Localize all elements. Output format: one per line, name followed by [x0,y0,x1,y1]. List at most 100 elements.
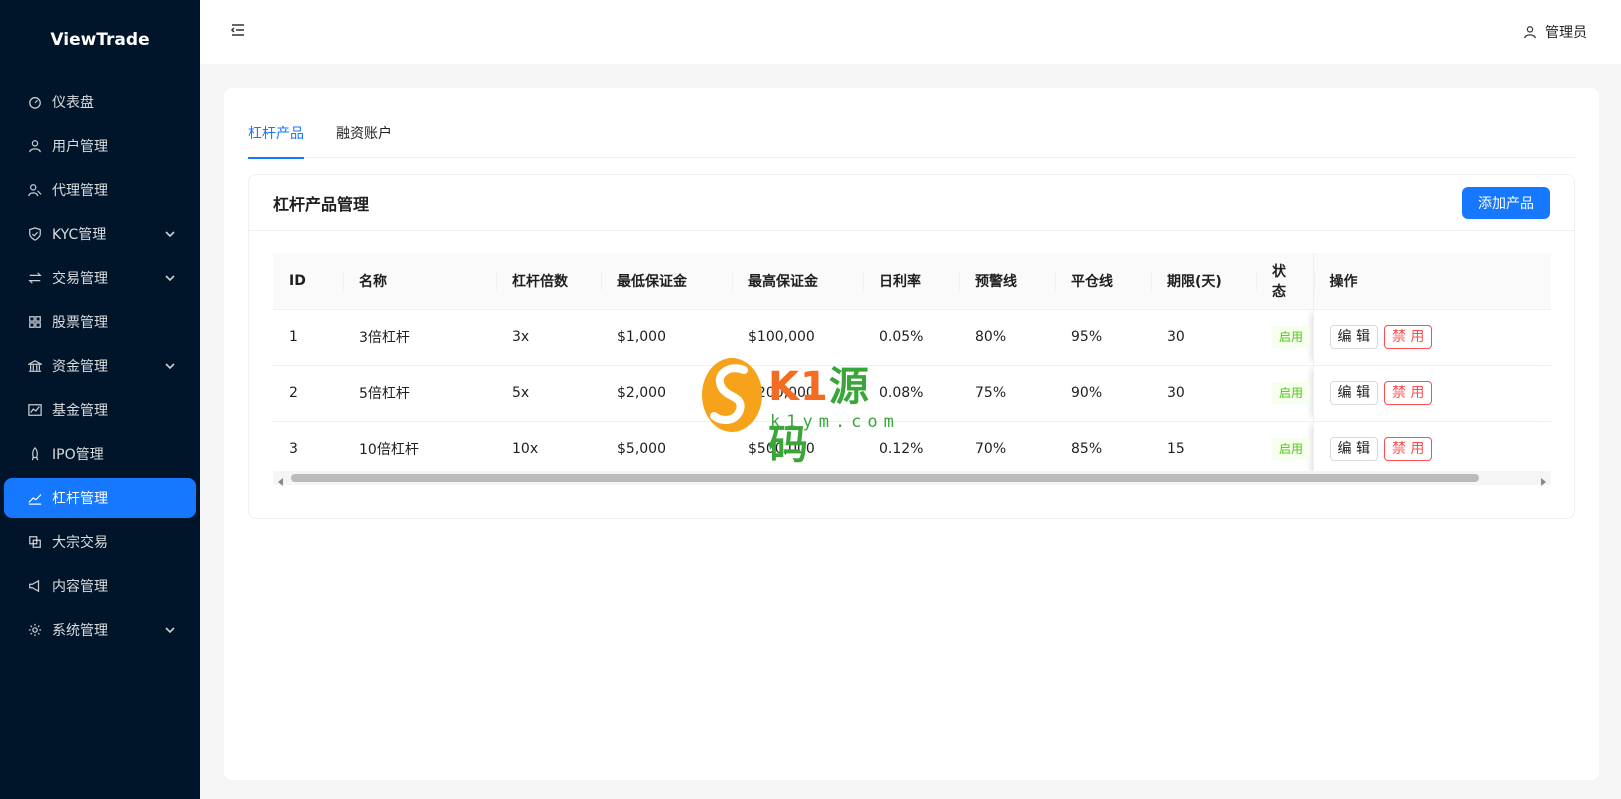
sidebar-item-label: 大宗交易 [52,535,108,551]
cell-max-margin: $100,000 [732,309,863,366]
status-badge: 启用 [1272,326,1311,348]
sidebar-item-label: 代理管理 [52,183,108,199]
chevron-down-icon [164,360,176,372]
column-header: 日利率 [863,253,959,310]
sidebar-item-label: 资金管理 [52,359,108,375]
sidebar-item-label: 杠杆管理 [52,491,108,507]
cell-name: 10倍杠杆 [343,421,496,478]
sidebar-item-dashboard[interactable]: 仪表盘 [4,82,196,122]
sidebar-item-label: 交易管理 [52,271,108,287]
dashboard-icon [28,95,42,109]
sidebar-item-ipo[interactable]: IPO管理 [4,434,196,474]
user-icon [1524,26,1536,39]
sidebar-item-fund[interactable]: 基金管理 [4,390,196,430]
rocket-icon [28,447,42,461]
edit-button[interactable]: 编 辑 [1329,381,1378,405]
setting-icon [28,623,42,637]
cell-warning-line: 80% [959,309,1055,366]
grid-icon [28,315,42,329]
sidebar-item-system[interactable]: 系统管理 [4,610,196,650]
cell-min-margin: $1,000 [601,309,732,366]
sidebar-item-funds-flow[interactable]: 资金管理 [4,346,196,386]
card-title: 杠杆产品管理 [273,194,370,214]
status-badge: 启用 [1272,382,1311,404]
cell-term: 15 [1151,421,1256,478]
cell-name: 3倍杠杆 [343,309,496,366]
column-header: 状态 [1256,253,1313,310]
column-header: 杠杆倍数 [496,253,601,310]
menu-fold-icon[interactable] [230,22,250,42]
stock-chart-icon [28,403,42,417]
sidebar-item-block-trade[interactable]: 大宗交易 [4,522,196,562]
scroll-thumb[interactable] [291,474,1479,482]
sidebar-item-label: 仪表盘 [52,95,94,111]
column-header: ID [273,253,343,310]
sidebar-item-label: 股票管理 [52,315,108,331]
column-header: 名称 [343,253,496,310]
cell-daily-rate: 0.08% [863,365,959,422]
shield-check-icon [28,227,42,241]
table-header-row: ID 名称 杠杆倍数 最低保证金 最高保证金 日利率 预警线 平仓线 期限(天)… [273,253,1551,310]
edit-button[interactable]: 编 辑 [1329,325,1378,349]
sidebar-item-kyc[interactable]: KYC管理 [4,214,196,254]
table-row: 3 10倍杠杆 10x $5,000 $500,000 0.12% 70% 85… [273,421,1551,478]
sidebar-item-content[interactable]: 内容管理 [4,566,196,606]
cell-status: 启用 [1256,365,1313,422]
cell-id: 1 [273,309,343,366]
line-chart-icon [28,491,42,505]
disable-button[interactable]: 禁 用 [1383,437,1433,461]
top-header: 管理员 [200,0,1621,64]
scroll-right-arrow-icon[interactable] [1539,474,1547,486]
scroll-left-arrow-icon[interactable] [277,474,285,486]
cell-min-margin: $5,000 [601,421,732,478]
tab-leverage-products[interactable]: 杠杆产品 [248,112,304,159]
card-header: 杠杆产品管理 添加产品 [249,175,1574,231]
column-header: 操作 [1312,253,1551,310]
edit-button[interactable]: 编 辑 [1329,437,1378,461]
tab-margin-accounts[interactable]: 融资账户 [336,112,392,158]
cell-term: 30 [1151,309,1256,366]
bank-icon [28,359,42,373]
column-header: 最高保证金 [732,253,863,310]
table-row: 1 3倍杠杆 3x $1,000 $100,000 0.05% 80% 95% … [273,309,1551,366]
cell-liquidation-line: 90% [1055,365,1151,422]
cell-term: 30 [1151,365,1256,422]
cell-leverage: 10x [496,421,601,478]
sidebar-item-label: 基金管理 [52,403,108,419]
cell-liquidation-line: 95% [1055,309,1151,366]
disable-button[interactable]: 禁 用 [1383,381,1433,405]
cell-liquidation-line: 85% [1055,421,1151,478]
cell-status: 启用 [1256,309,1313,366]
sidebar-item-trading[interactable]: 交易管理 [4,258,196,298]
sidebar-item-leverage[interactable]: 杠杆管理 [4,478,196,518]
sidebar-item-label: KYC管理 [52,227,107,243]
horizontal-scrollbar[interactable] [273,471,1551,486]
cell-max-margin: $200,000 [732,365,863,422]
leverage-product-card: 杠杆产品管理 添加产品 ID 名称 杠杆倍数 最低保证金 最高保证金 日利率 预… [248,174,1575,519]
add-product-button[interactable]: 添加产品 [1462,186,1550,219]
disable-button[interactable]: 禁 用 [1383,325,1433,349]
column-header: 最低保证金 [601,253,732,310]
cell-daily-rate: 0.12% [863,421,959,478]
cell-id: 2 [273,365,343,422]
main-content: 杠杆产品 融资账户 杠杆产品管理 添加产品 ID 名称 杠杆倍数 最低保证金 最… [224,88,1599,780]
cell-warning-line: 75% [959,365,1055,422]
cell-actions: 编 辑禁 用 [1312,365,1551,422]
brand-logo: ViewTrade [50,30,150,50]
user-name: 管理员 [1545,25,1587,41]
sidebar-item-stocks[interactable]: 股票管理 [4,302,196,342]
column-header: 预警线 [959,253,1055,310]
agent-icon [28,183,42,197]
table-row: 2 5倍杠杆 5x $2,000 $200,000 0.08% 75% 90% … [273,365,1551,422]
sidebar-item-agents[interactable]: 代理管理 [4,170,196,210]
cell-daily-rate: 0.05% [863,309,959,366]
user-icon [28,139,42,153]
cell-min-margin: $2,000 [601,365,732,422]
sidebar-item-label: 内容管理 [52,579,108,595]
sidebar-item-users[interactable]: 用户管理 [4,126,196,166]
cell-max-margin: $500,000 [732,421,863,478]
sidebar-item-label: 系统管理 [52,623,108,639]
chevron-down-icon [164,624,176,636]
swap-icon [28,271,42,285]
user-menu[interactable]: 管理员 [1523,22,1587,42]
